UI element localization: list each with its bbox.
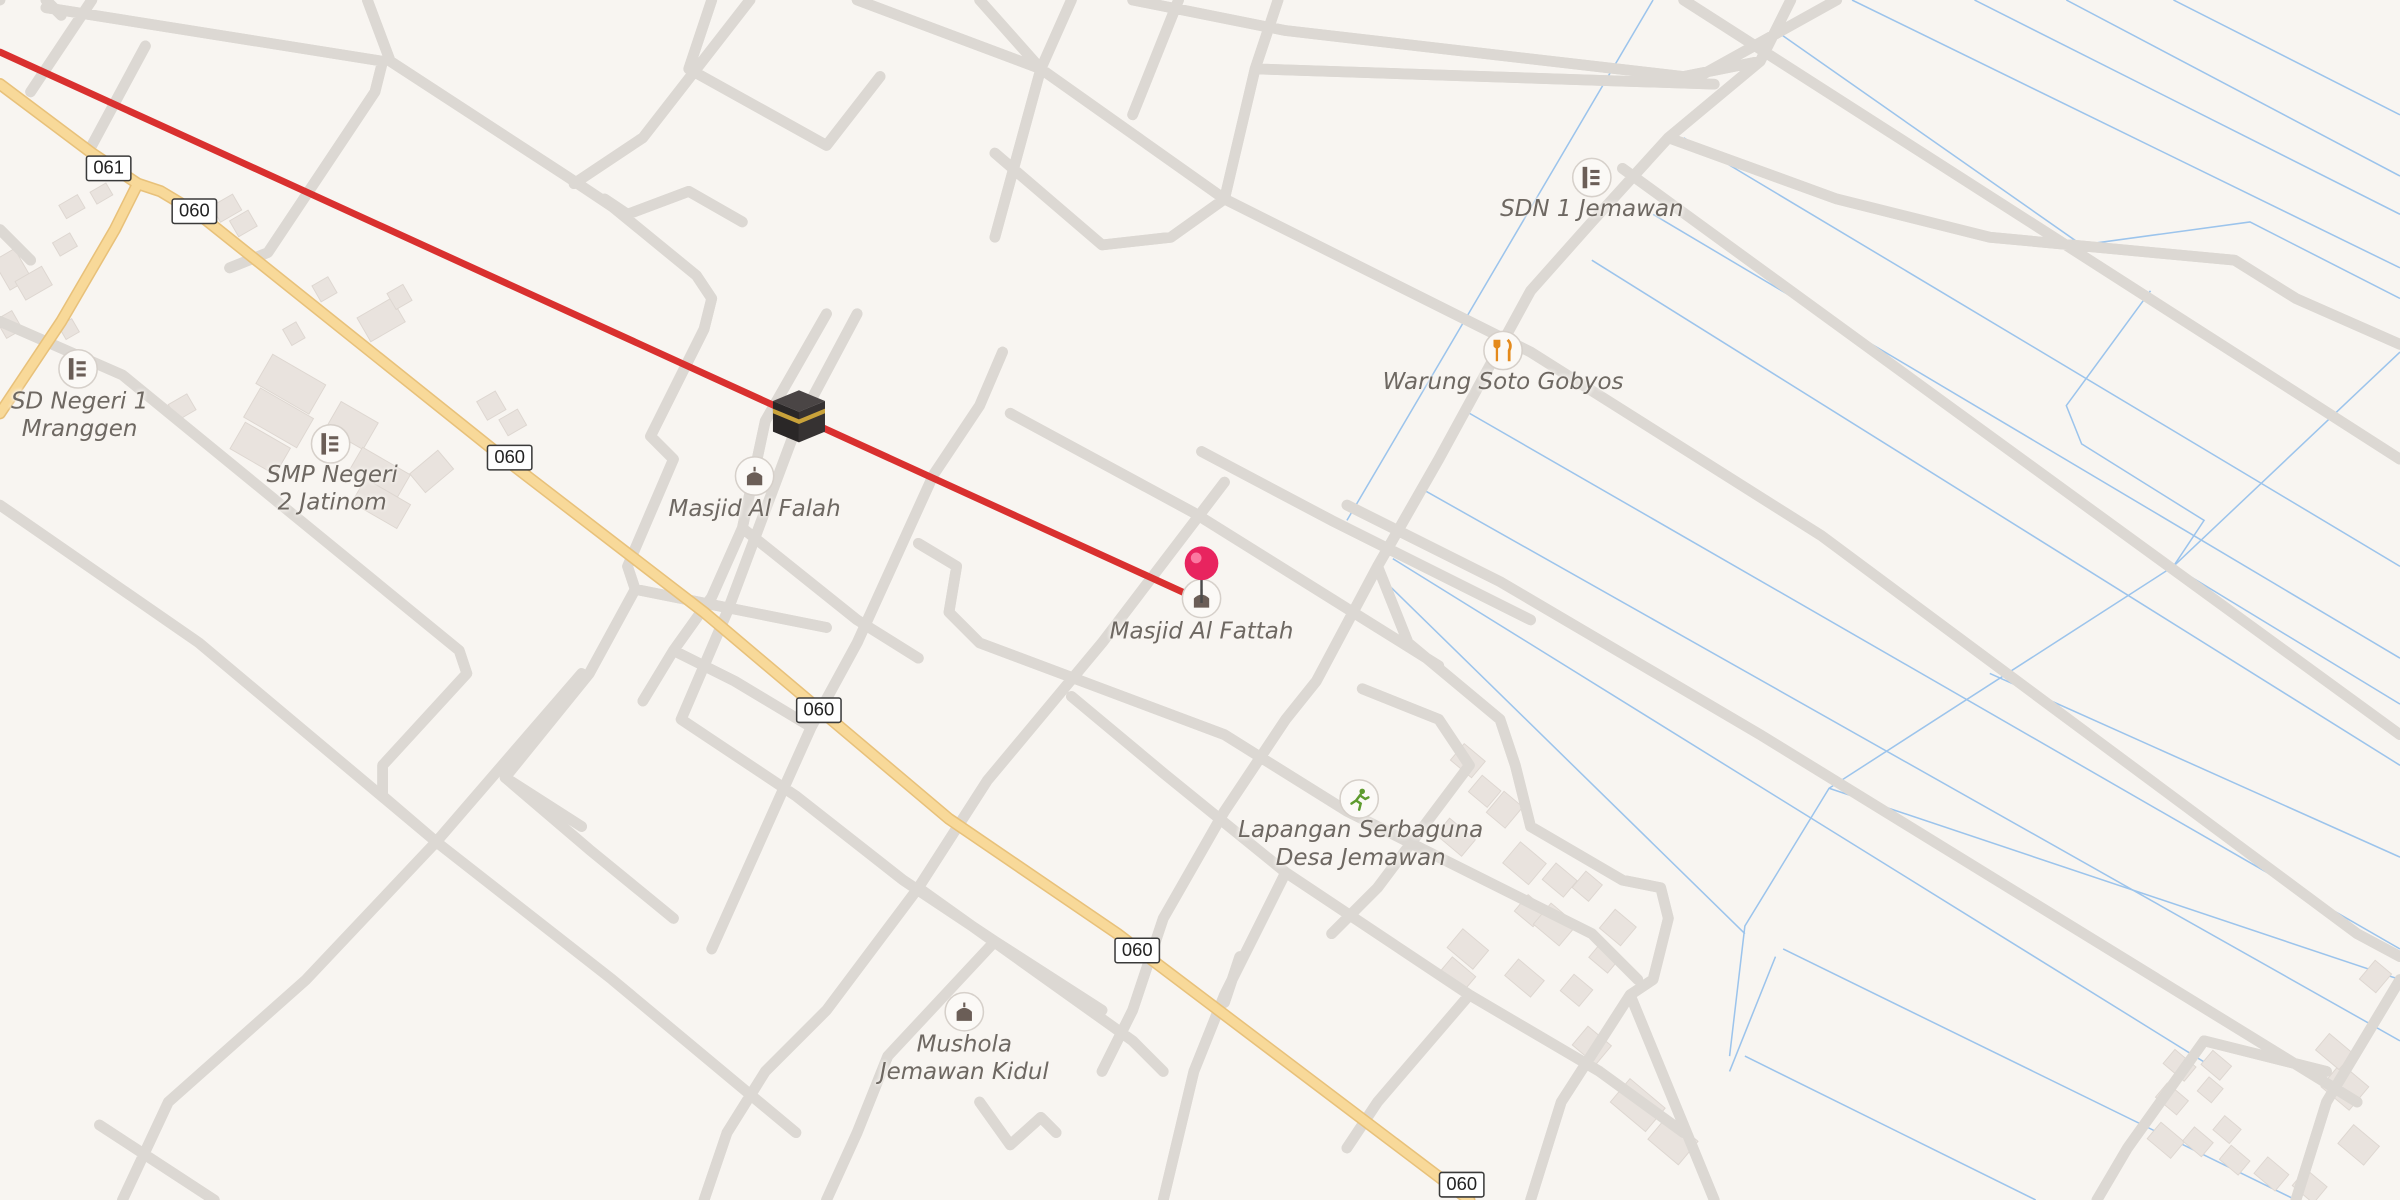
poi-label-sd-negeri-1[interactable]: SD Negeri 1 Mranggen — [11, 387, 148, 442]
route-shield: 060 — [171, 198, 218, 225]
poi-label-smp-negeri-2[interactable]: SMP Negeri 2 Jatinom — [266, 461, 397, 516]
route-shield: 060 — [795, 697, 842, 724]
school-icon[interactable] — [310, 423, 351, 464]
mosque-icon[interactable] — [734, 456, 775, 496]
poi-label-line: 2 Jatinom — [277, 488, 387, 516]
map-canvas[interactable]: 061 060 060 060 060 060 SD Negeri 1 Mran… — [0, 0, 2400, 1200]
poi-label-line: SD Negeri 1 — [10, 387, 149, 415]
route-shield: 060 — [1438, 1171, 1485, 1198]
location-pin-icon[interactable] — [1180, 545, 1223, 614]
restaurant-icon[interactable] — [1483, 330, 1523, 371]
poi-label-line: Desa Jemawan — [1275, 843, 1446, 871]
school-icon[interactable] — [58, 348, 98, 389]
poi-label-line: Masjid Al Fattah — [1109, 616, 1294, 645]
poi-label-masjid-al-falah[interactable]: Masjid Al Falah — [669, 494, 841, 522]
sports-field-icon[interactable] — [1339, 779, 1380, 819]
kaaba-icon[interactable] — [770, 387, 828, 453]
poi-label-line: Jemawan Kidul — [879, 1057, 1049, 1086]
poi-label-sdn-1-jemawan[interactable]: SDN 1 Jemawan — [1500, 194, 1683, 222]
poi-label-line: SDN 1 Jemawan — [1500, 194, 1684, 222]
mosque-icon[interactable] — [944, 991, 985, 1032]
school-icon[interactable] — [1571, 157, 1612, 198]
poi-label-line: Warung Soto Gobyos — [1382, 367, 1624, 395]
poi-label-mushola[interactable]: Mushola Jemawan Kidul — [880, 1030, 1049, 1085]
route-shield: 060 — [1114, 937, 1161, 964]
poi-label-line: Mushola — [916, 1030, 1012, 1058]
poi-label-masjid-al-fattah[interactable]: Masjid Al Fattah — [1110, 617, 1294, 645]
route-shield: 060 — [486, 444, 533, 471]
poi-label-line: SMP Negeri — [266, 460, 398, 489]
route-shield: 061 — [85, 155, 132, 182]
poi-label-lapangan[interactable]: Lapangan Serbaguna Desa Jemawan — [1238, 816, 1483, 871]
poi-label-line: Masjid Al Falah — [668, 494, 841, 522]
poi-label-line: Lapangan Serbaguna — [1238, 815, 1484, 844]
poi-label-line: Mranggen — [21, 414, 138, 443]
poi-label-warung-soto[interactable]: Warung Soto Gobyos — [1383, 367, 1624, 395]
